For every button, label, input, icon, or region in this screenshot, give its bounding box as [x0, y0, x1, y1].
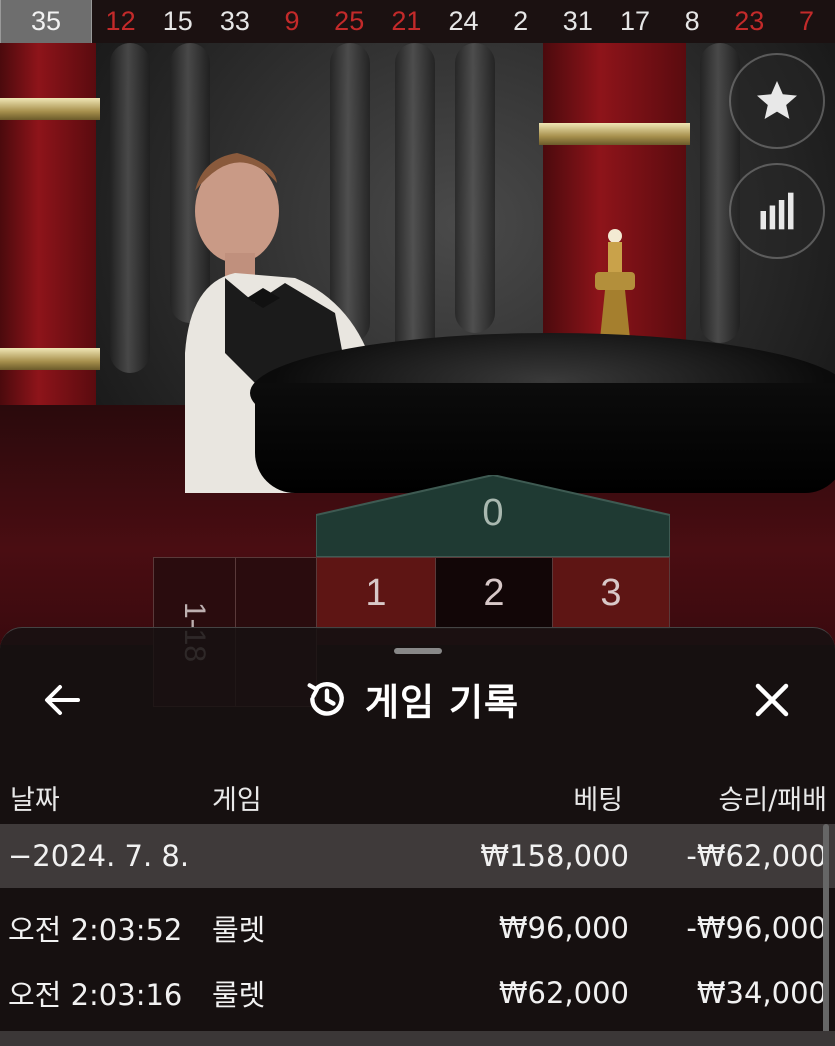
column-header-result: 승리/패배: [718, 785, 827, 816]
history-row[interactable]: 오전 2:03:16 룰렛 ₩62,000 ₩34,000: [0, 961, 835, 1025]
statistics-button[interactable]: [729, 163, 825, 259]
date-group-row[interactable]: −2024. 7. 8. ₩158,000 -₩62,000: [0, 824, 835, 888]
entry-time: 오전 2:03:16: [8, 978, 183, 1012]
result-number: 7: [798, 6, 814, 36]
latest-result-number: 35: [0, 0, 92, 44]
history-row[interactable]: 오전 2:03:52 룰렛 ₩96,000 -₩96,000: [0, 896, 835, 960]
number-cell-3[interactable]: 3: [552, 557, 670, 629]
number-cell-2[interactable]: 2: [435, 557, 553, 629]
entry-bet: ₩96,000: [498, 911, 629, 945]
recent-results-bar: 35 12 15 33 9 25 21 24 2 31 17 8 23 7: [0, 0, 835, 44]
game-history-panel: 게임 기록 날짜 게임 베팅 승리/패배 −2024. 7. 8. ₩158,0…: [0, 627, 835, 1046]
column-header-game: 게임: [212, 785, 262, 816]
entry-bet: ₩62,000: [498, 976, 629, 1010]
result-number: 9: [284, 6, 300, 36]
number-3-label: 3: [600, 571, 622, 614]
column-header-bet: 베팅: [573, 785, 623, 816]
panel-title: 게임 기록: [365, 681, 520, 724]
entry-result: -₩96,000: [686, 911, 827, 945]
close-button[interactable]: [750, 678, 794, 722]
panel-title-group: 게임 기록: [305, 672, 519, 726]
result-number: 31: [562, 6, 593, 36]
entry-result: ₩34,000: [696, 976, 827, 1010]
number-2-label: 2: [483, 571, 505, 614]
entry-game: 룰렛: [212, 913, 266, 947]
favorite-button[interactable]: [729, 53, 825, 149]
number-1-label: 1: [365, 571, 387, 614]
result-number: 17: [619, 6, 650, 36]
history-icon: [307, 681, 344, 716]
list-footer: [0, 1031, 835, 1046]
back-button[interactable]: [40, 680, 84, 720]
date-group-label: −2024. 7. 8.: [8, 839, 190, 873]
result-number: 33: [219, 6, 250, 36]
result-number: 23: [734, 6, 765, 36]
entry-time: 오전 2:03:52: [8, 913, 183, 947]
result-number: 15: [162, 6, 193, 36]
column-header-date: 날짜: [10, 785, 60, 816]
date-group-result: -₩62,000: [686, 839, 827, 873]
result-number: 12: [105, 6, 136, 36]
star-icon: [757, 81, 797, 119]
stats-bars-icon: [760, 192, 794, 230]
result-number: 2: [513, 6, 529, 36]
result-number: 21: [391, 6, 422, 36]
drag-handle[interactable]: [394, 648, 442, 654]
entry-game: 룰렛: [212, 978, 266, 1012]
close-icon: [755, 683, 789, 717]
arrow-left-icon: [45, 685, 80, 715]
number-cell-1[interactable]: 1: [316, 557, 436, 629]
history-scrollbar[interactable]: [823, 824, 829, 1034]
result-number: 8: [684, 6, 700, 36]
result-number: 24: [448, 6, 479, 36]
date-group-bet: ₩158,000: [480, 839, 629, 873]
panel-header: 게임 기록: [0, 668, 835, 730]
zero-label: 0: [482, 492, 504, 534]
result-number: 25: [334, 6, 365, 36]
